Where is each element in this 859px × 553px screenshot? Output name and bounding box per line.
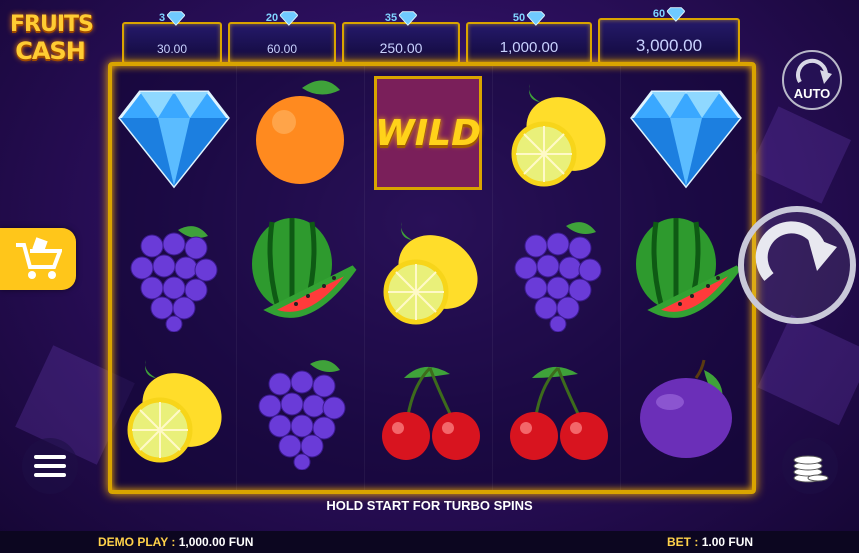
diamond-icon [667, 7, 686, 22]
shopping-cart-icon [16, 237, 62, 279]
diamond-icon [630, 90, 742, 189]
demo-balance: DEMO PLAY : 1,000.00 FUN [98, 535, 253, 549]
spin-arrow-icon [738, 206, 856, 324]
symbol-cherry [496, 346, 620, 484]
demo-value: 1,000.00 FUN [178, 535, 254, 549]
hamburger-icon [34, 455, 66, 477]
symbol-diamond [624, 70, 748, 208]
symbol-lemon [496, 70, 620, 208]
jackpot-count: 20 [265, 12, 279, 24]
lemon-icon [127, 360, 222, 463]
jackpot-count: 35 [384, 12, 398, 24]
game-logo: FRUITS CASH [10, 12, 94, 65]
jackpot-value: 30.00 [156, 42, 188, 56]
symbol-plum [624, 346, 748, 484]
jackpot-count: 3 [158, 12, 166, 24]
diamond-icon [118, 90, 230, 189]
jackpot-5: 60 3,000.00 [598, 7, 740, 64]
wild-label: WILD [375, 112, 481, 154]
symbol-lemon [368, 208, 492, 346]
symbol-grapes [112, 208, 236, 346]
bet-value: 1.00 FUN [701, 535, 754, 549]
lemon-icon [511, 84, 606, 187]
demo-label: DEMO PLAY : [98, 535, 176, 549]
autoplay-button[interactable]: AUTO [782, 50, 842, 110]
logo-line1: FRUITS [10, 12, 94, 37]
watermelon-icon [252, 218, 357, 318]
menu-button[interactable] [22, 438, 78, 494]
symbol-wild: WILD [368, 70, 492, 208]
diamond-icon [167, 11, 186, 26]
jackpot-4: 50 1,000.00 [466, 11, 592, 64]
logo-line2: CASH [15, 37, 86, 65]
bet-settings-button[interactable] [782, 438, 838, 494]
symbol-grapes [496, 208, 620, 346]
reel-2 [240, 66, 365, 490]
autoplay-label: AUTO [793, 86, 831, 101]
bet-amount: BET : 1.00 FUN [667, 535, 753, 549]
bet-label: BET : [667, 535, 699, 549]
cherry-icon [382, 366, 480, 460]
jackpot-count: 60 [652, 8, 666, 20]
diamond-icon [399, 11, 418, 26]
rotate-arrow-icon [796, 58, 832, 84]
reel-3: WILD [368, 66, 493, 490]
diamond-icon [527, 11, 546, 26]
buy-bonus-button[interactable] [0, 228, 76, 290]
orange-icon [256, 80, 344, 184]
watermelon-icon [636, 218, 741, 318]
symbol-watermelon [240, 208, 364, 346]
jackpot-value: 250.00 [379, 40, 423, 56]
jackpot-value: 1,000.00 [499, 39, 559, 56]
jackpot-1: 3 30.00 [122, 11, 222, 64]
cherry-icon [510, 366, 608, 460]
status-bar: DEMO PLAY : 1,000.00 FUN BET : 1.00 FUN [0, 531, 859, 553]
jackpot-value: 60.00 [266, 42, 298, 56]
diamond-icon [280, 11, 299, 26]
jackpot-value: 3,000.00 [635, 36, 703, 55]
reel-4 [496, 66, 621, 490]
spin-button[interactable] [734, 196, 859, 332]
reel-5 [624, 66, 748, 490]
symbol-watermelon [624, 208, 748, 346]
coins-stack-icon [793, 455, 829, 483]
grapes-icon [514, 222, 602, 332]
symbol-cherry [368, 346, 492, 484]
grapes-icon [258, 360, 346, 470]
jackpot-3: 35 250.00 [342, 11, 460, 64]
reel-1 [112, 66, 237, 490]
symbol-lemon [112, 346, 236, 484]
wild-tile: WILD [374, 76, 482, 190]
turbo-spin-hint: HOLD START FOR TURBO SPINS [326, 498, 533, 513]
reels-area: WILD [108, 62, 756, 494]
grapes-icon [130, 226, 218, 332]
symbol-diamond [112, 70, 236, 208]
background-shard [748, 106, 852, 204]
symbol-grapes [240, 346, 364, 484]
plum-icon [640, 359, 732, 458]
jackpot-2: 20 60.00 [228, 11, 336, 64]
symbol-orange [240, 70, 364, 208]
jackpot-count: 50 [512, 12, 526, 24]
lemon-icon [383, 222, 478, 325]
